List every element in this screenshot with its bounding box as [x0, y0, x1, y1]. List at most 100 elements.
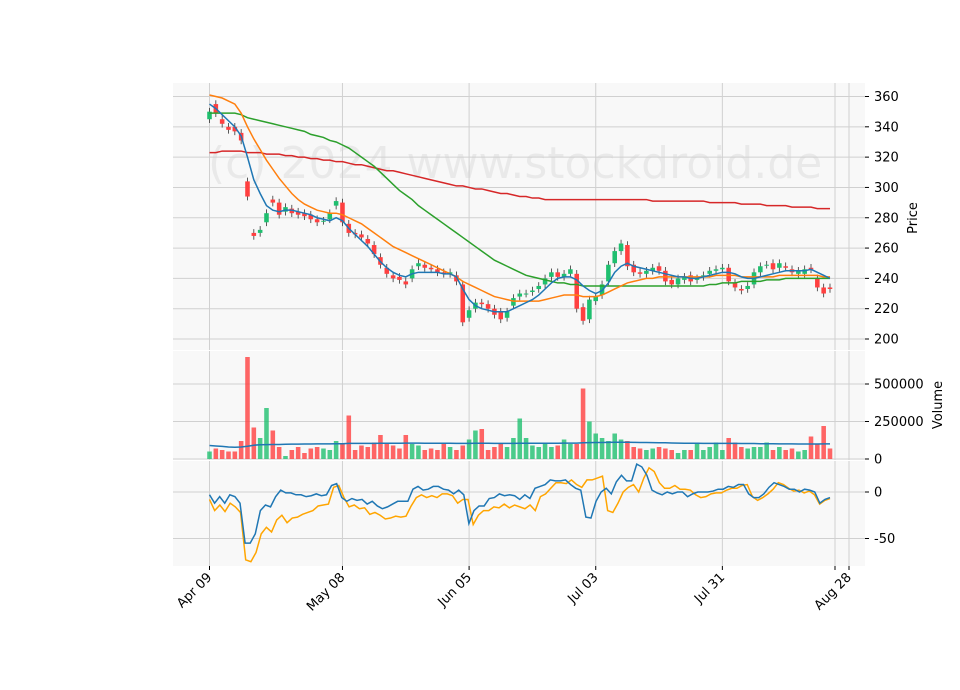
- volume-bar: [555, 445, 561, 459]
- volume-bar: [207, 451, 212, 459]
- candle-body: [226, 126, 231, 130]
- volume-bar: [663, 448, 668, 459]
- volume-bar: [726, 438, 731, 459]
- candle-body: [530, 290, 535, 293]
- candle-body: [466, 310, 472, 318]
- volume-bar: [238, 441, 244, 459]
- volume-bar: [688, 450, 693, 459]
- candle-body: [479, 302, 485, 305]
- volume-bar: [783, 450, 788, 459]
- volume-bar: [346, 415, 352, 459]
- candle-body: [365, 238, 371, 244]
- volume-bar: [656, 447, 662, 459]
- volume-bar: [701, 450, 706, 459]
- volume-bar: [492, 447, 497, 459]
- volume-bar: [587, 421, 592, 459]
- candle-body: [333, 201, 339, 206]
- volume-bar: [789, 448, 795, 459]
- candle-body: [777, 263, 782, 268]
- candle-body: [764, 264, 769, 266]
- volume-bar: [625, 441, 630, 459]
- candle-body: [403, 281, 409, 285]
- volume-bar: [378, 435, 383, 459]
- volume-bar: [821, 426, 826, 459]
- volume-bar: [536, 447, 542, 459]
- volume-bar: [226, 451, 231, 459]
- candle-body: [416, 263, 421, 267]
- candle-body: [663, 270, 668, 282]
- volume-bar: [352, 450, 358, 459]
- candle-body: [555, 272, 561, 277]
- candle-body: [517, 293, 523, 297]
- candle-body: [770, 263, 776, 270]
- volume-bar: [770, 450, 776, 459]
- candle-body: [637, 272, 643, 274]
- volume-bar: [694, 442, 700, 459]
- candle-body: [257, 229, 263, 233]
- price-tick-label: 260: [874, 242, 899, 257]
- volume-bar: [606, 441, 611, 459]
- x-tick-label: Apr 09: [174, 570, 215, 611]
- candle-body: [428, 267, 434, 270]
- candle-body: [327, 213, 333, 220]
- volume-bar: [460, 445, 466, 459]
- volume-bar: [466, 439, 472, 459]
- volume-bar: [593, 433, 599, 459]
- price-tick-label: 340: [874, 120, 899, 135]
- candle-body: [669, 279, 674, 285]
- volume-axis-label: Volume: [931, 381, 946, 429]
- volume-bar: [321, 448, 326, 459]
- volume-bar: [675, 453, 681, 459]
- volume-bar: [580, 388, 586, 459]
- candle-body: [587, 299, 592, 320]
- volume-bar: [739, 447, 744, 459]
- volume-bar: [289, 450, 295, 459]
- candle-body: [219, 119, 225, 124]
- volume-bar: [669, 450, 674, 459]
- volume-bar: [523, 438, 529, 459]
- oscillator-tick-label: -50: [874, 532, 895, 547]
- volume-bar: [720, 450, 725, 459]
- candle-body: [359, 234, 364, 238]
- candle-body: [536, 285, 542, 289]
- volume-bar: [707, 447, 712, 459]
- x-tick-label: Aug 28: [812, 570, 855, 613]
- volume-tick-label: 250000: [874, 415, 924, 430]
- x-tick-label: Jul 31: [691, 570, 728, 607]
- volume-bar: [511, 438, 516, 459]
- volume-bar: [416, 445, 421, 459]
- candle-body: [821, 287, 826, 294]
- candle-body: [726, 267, 731, 282]
- volume-bar: [359, 445, 364, 459]
- candle-body: [270, 199, 276, 203]
- watermark: (c) 2024 www.stockdroid.de: [208, 138, 822, 189]
- candle-body: [397, 276, 402, 280]
- candle-body: [314, 219, 320, 223]
- volume-bar: [644, 450, 649, 459]
- candle-body: [504, 311, 510, 318]
- volume-bar: [802, 450, 807, 459]
- x-tick-label: Jun 05: [435, 570, 475, 610]
- volume-bar: [504, 447, 510, 459]
- volume-bar: [758, 447, 763, 459]
- volume-bar: [371, 442, 377, 459]
- volume-bar: [599, 438, 605, 459]
- volume-bar: [574, 444, 580, 459]
- volume-bar: [308, 448, 314, 459]
- volume-bar: [745, 448, 750, 459]
- volume-bar: [264, 408, 269, 459]
- candle-body: [523, 293, 529, 295]
- volume-bar: [815, 444, 820, 459]
- volume-bar: [213, 448, 219, 459]
- candle-body: [675, 278, 681, 285]
- volume-bar: [751, 447, 757, 459]
- volume-bar: [435, 450, 440, 459]
- price-panel-bg: [173, 83, 865, 350]
- volume-bar: [251, 427, 257, 459]
- volume-bar: [542, 444, 548, 459]
- volume-bar: [549, 447, 554, 459]
- volume-bar: [390, 445, 396, 459]
- candle-body: [707, 270, 712, 274]
- volume-bar: [612, 433, 618, 459]
- volume-bar: [384, 444, 390, 459]
